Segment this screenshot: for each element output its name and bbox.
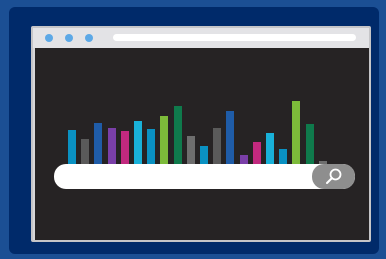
window-dot-2 xyxy=(65,34,73,42)
bar-graphic xyxy=(35,48,369,240)
address-bar xyxy=(113,34,356,41)
window-dot-1 xyxy=(45,34,53,42)
browser-window-illustration xyxy=(31,26,371,242)
search-button xyxy=(312,164,355,189)
window-dot-3 xyxy=(85,34,93,42)
window-titlebar xyxy=(33,28,369,48)
search-icon xyxy=(326,168,342,184)
search-field xyxy=(54,164,355,189)
window-content xyxy=(35,48,369,240)
